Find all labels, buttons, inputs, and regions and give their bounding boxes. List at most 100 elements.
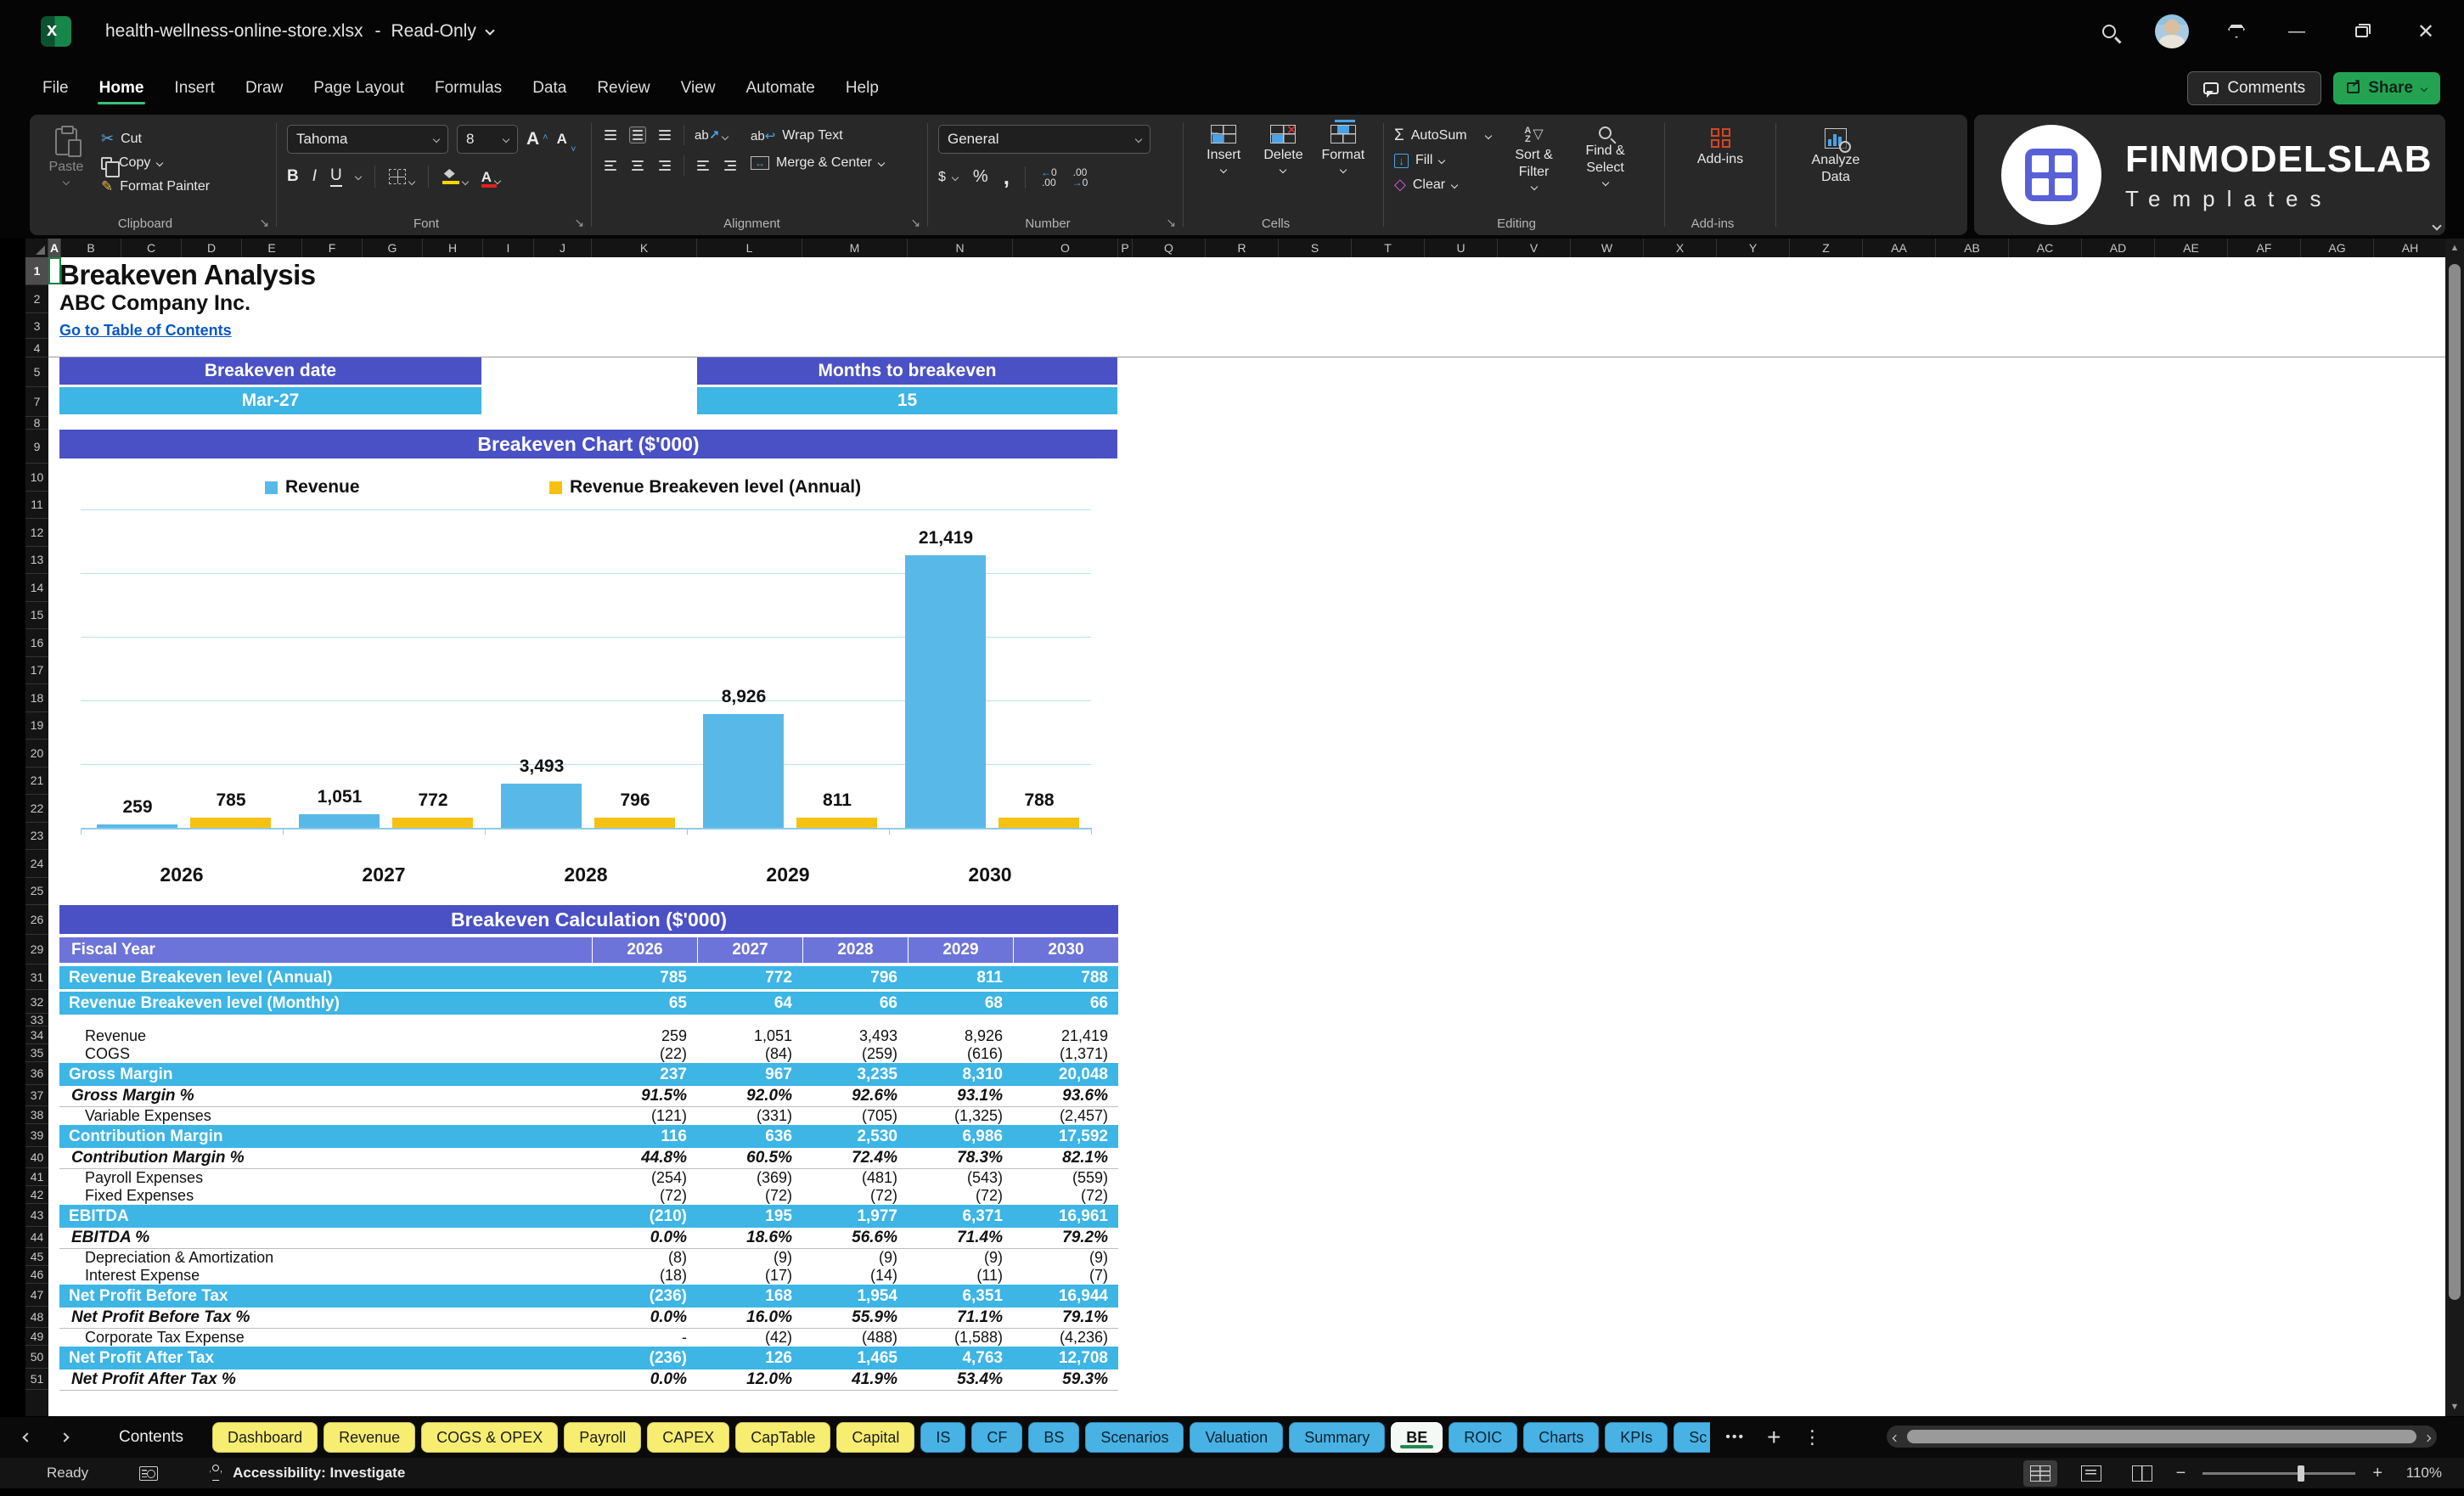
align-middle-button[interactable] [629, 127, 646, 143]
search-icon[interactable] [2102, 25, 2116, 38]
table-row-payroll-expenses[interactable]: Payroll Expenses(254)(369)(481)(543)(559… [59, 1169, 1118, 1187]
align-top-button[interactable] [602, 127, 619, 143]
row-header-20[interactable]: 20 [25, 740, 48, 768]
column-header-C[interactable]: C [121, 239, 182, 257]
sheet-tab-cogs-opex[interactable]: COGS & OPEX [421, 1422, 558, 1453]
paste-button[interactable]: Paste [40, 125, 93, 184]
column-header-L[interactable]: L [697, 239, 802, 257]
menu-tab-review[interactable]: Review [585, 70, 661, 106]
row-header-21[interactable]: 21 [25, 768, 48, 796]
row-header-48[interactable]: 48 [25, 1307, 48, 1328]
column-header-P[interactable]: P [1118, 239, 1133, 257]
column-header-R[interactable]: R [1206, 239, 1279, 257]
delete-cells-button[interactable]: Delete [1253, 125, 1313, 172]
table-row-spacer[interactable] [59, 1015, 1118, 1027]
gem-icon[interactable] [2228, 25, 2245, 38]
table-row-contribution-margin[interactable]: Contribution Margin1166362,5306,98617,59… [59, 1125, 1118, 1148]
restore-button[interactable] [2349, 26, 2374, 37]
page-layout-view-button[interactable] [2074, 1460, 2108, 1487]
scroll-left-icon[interactable] [1887, 1431, 1905, 1443]
sheet-tab-be[interactable]: BE [1391, 1422, 1443, 1453]
column-header-AB[interactable]: AB [1936, 239, 2009, 257]
row-header-14[interactable]: 14 [25, 574, 48, 602]
table-row-net-profit-before-tax[interactable]: Net Profit Before Tax %0.0%16.0%55.9%71.… [59, 1308, 1118, 1329]
column-header-AG[interactable]: AG [2301, 239, 2374, 257]
menu-tab-draw[interactable]: Draw [233, 70, 295, 106]
sheet-tab-contents[interactable]: Contents [119, 1428, 183, 1447]
column-header-G[interactable]: G [363, 239, 423, 257]
chart-plot[interactable]: 25978520261,05177220273,49379620288,9268… [59, 458, 1117, 904]
italic-button[interactable]: I [312, 167, 317, 186]
row-header-42[interactable]: 42 [25, 1186, 48, 1204]
row-header-11[interactable]: 11 [25, 492, 48, 520]
sheet-tab-is[interactable]: IS [920, 1422, 965, 1453]
sheet-tab-sc[interactable]: Sc [1674, 1422, 1710, 1453]
row-header-9[interactable]: 9 [25, 430, 48, 464]
row-header-16[interactable]: 16 [25, 629, 48, 657]
row-header-50[interactable]: 50 [25, 1346, 48, 1369]
scroll-up-icon[interactable]: ▲ [2445, 243, 2464, 253]
table-row-corporate-tax-expense[interactable]: Corporate Tax Expense-(42)(488)(1,588)(4… [59, 1329, 1118, 1347]
column-header-O[interactable]: O [1013, 239, 1118, 257]
sheet-tab-bs[interactable]: BS [1028, 1422, 1079, 1453]
table-row-interest-expense[interactable]: Interest Expense(18)(17)(14)(11)(7) [59, 1267, 1118, 1285]
row-header-45[interactable]: 45 [25, 1248, 48, 1266]
row-header-35[interactable]: 35 [25, 1044, 48, 1062]
row-header-44[interactable]: 44 [25, 1227, 48, 1248]
column-header-AH[interactable]: AH [2374, 239, 2447, 257]
page-break-view-button[interactable] [2125, 1460, 2159, 1487]
column-headers[interactable]: ABCDEFGHIJKLMNOPQRSTUVWXYZAAABACADAEAFAG… [25, 239, 2447, 257]
fill-color-button[interactable] [442, 169, 468, 184]
row-header-13[interactable]: 13 [25, 547, 48, 575]
column-header-W[interactable]: W [1571, 239, 1644, 257]
menu-tab-data[interactable]: Data [520, 70, 578, 106]
column-header-H[interactable]: H [423, 239, 483, 257]
row-header-34[interactable]: 34 [25, 1026, 48, 1044]
row-header-39[interactable]: 39 [25, 1124, 48, 1147]
clear-button[interactable]: ◇Clear [1394, 176, 1491, 194]
macro-record-icon[interactable] [139, 1466, 158, 1481]
column-header-Q[interactable]: Q [1133, 239, 1206, 257]
select-all-corner[interactable] [25, 239, 48, 257]
cut-button[interactable]: ✂Cut [101, 130, 210, 148]
number-format-select[interactable]: General [938, 125, 1150, 154]
format-cells-button[interactable]: Format [1314, 125, 1373, 172]
table-row-ebitda[interactable]: EBITDA(210)1951,9776,37116,961 [59, 1205, 1118, 1228]
column-header-D[interactable]: D [182, 239, 242, 257]
menu-tab-help[interactable]: Help [834, 70, 891, 106]
row-header-12[interactable]: 12 [25, 519, 48, 547]
column-header-Y[interactable]: Y [1717, 239, 1790, 257]
wrap-text-button[interactable]: ab↩Wrap Text [751, 128, 884, 143]
align-bottom-button[interactable] [656, 127, 673, 143]
decrease-font-button[interactable]: A˄ [557, 131, 577, 148]
analyze-data-button[interactable]: Analyze Data [1802, 127, 1870, 186]
scroll-down-icon[interactable]: ▼ [2445, 1402, 2464, 1412]
row-header-25[interactable]: 25 [25, 878, 48, 906]
fill-button[interactable]: ↓Fill [1394, 153, 1491, 168]
column-header-AE[interactable]: AE [2155, 239, 2228, 257]
table-row-revenue-breakeven-level-monthly[interactable]: Revenue Breakeven level (Monthly)6564666… [59, 992, 1118, 1015]
row-header-1[interactable]: 1 [25, 257, 48, 285]
row-header-22[interactable]: 22 [25, 795, 48, 823]
normal-view-button[interactable] [2023, 1460, 2057, 1487]
table-row-depreciation-amortization[interactable]: Depreciation & Amortization(8)(9)(9)(9)(… [59, 1249, 1118, 1267]
sheet-tab-revenue[interactable]: Revenue [323, 1422, 415, 1453]
menu-tab-automate[interactable]: Automate [734, 70, 826, 106]
add-sheet-button[interactable]: + [1767, 1424, 1780, 1451]
clipboard-dialog-launcher[interactable]: ↘ [259, 216, 269, 230]
row-header-36[interactable]: 36 [25, 1062, 48, 1085]
column-header-J[interactable]: J [534, 239, 592, 257]
decrease-decimal-button[interactable]: .00→0 [1072, 167, 1089, 188]
row-header-24[interactable]: 24 [25, 850, 48, 878]
column-header-U[interactable]: U [1425, 239, 1498, 257]
table-row-fixed-expenses[interactable]: Fixed Expenses(72)(72)(72)(72)(72) [59, 1187, 1118, 1205]
row-header-46[interactable]: 46 [25, 1266, 48, 1284]
row-header-10[interactable]: 10 [25, 464, 48, 492]
sheet-tab-roic[interactable]: ROIC [1449, 1422, 1517, 1453]
vertical-scrollbar[interactable]: ▲ ▼ [2445, 239, 2464, 1416]
row-header-5[interactable]: 5 [25, 357, 48, 387]
sheet-tab-scenarios[interactable]: Scenarios [1085, 1422, 1184, 1453]
sheet-tab-valuation[interactable]: Valuation [1190, 1422, 1283, 1453]
table-row-gross-margin[interactable]: Gross Margin %91.5%92.0%92.6%93.1%93.6% [59, 1086, 1118, 1107]
vertical-scroll-thumb[interactable] [2449, 264, 2461, 1300]
